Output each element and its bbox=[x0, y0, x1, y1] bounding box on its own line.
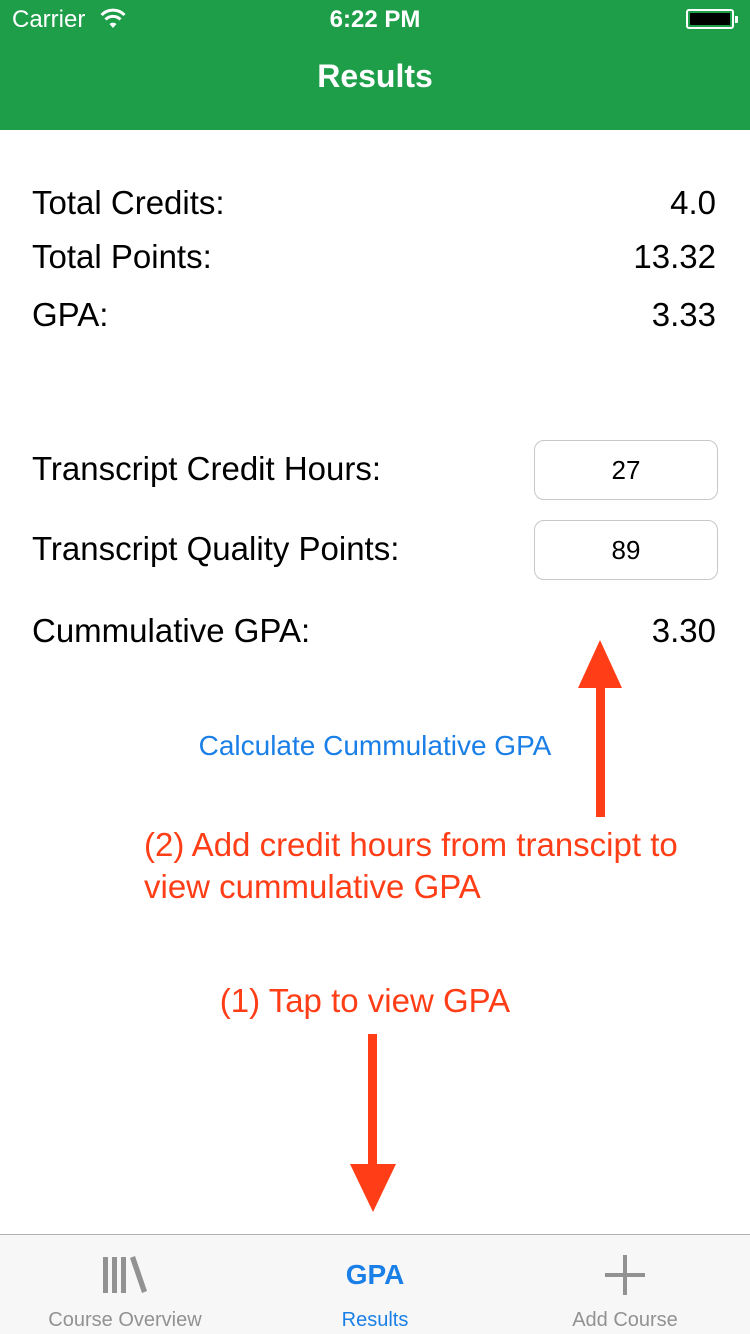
gpa-tab-icon: GPA bbox=[250, 1255, 500, 1295]
annotation-step-2-line-2: view cummulative GPA bbox=[144, 868, 481, 905]
transcript-credit-hours-label: Transcript Credit Hours: bbox=[32, 450, 382, 487]
total-points-value: 13.32 bbox=[633, 238, 716, 275]
gpa-label: GPA: bbox=[32, 296, 109, 333]
annotation-step-1: (1) Tap to view GPA bbox=[219, 982, 511, 1019]
annotation-step-2-line-1: (2) Add credit hours from transcipt to bbox=[144, 826, 678, 863]
books-icon bbox=[0, 1255, 250, 1295]
transcript-quality-points-field[interactable]: 89 bbox=[534, 520, 718, 580]
tab-add-course[interactable]: Add Course bbox=[500, 1235, 750, 1334]
transcript-credit-hours-field[interactable]: 27 bbox=[534, 440, 718, 500]
page-title: Results bbox=[317, 58, 433, 94]
arrow-down-icon bbox=[350, 1034, 396, 1212]
cumulative-gpa-label: Cummulative GPA: bbox=[32, 612, 311, 649]
battery-icon bbox=[686, 9, 738, 29]
arrow-up-icon bbox=[578, 640, 622, 817]
tab-course-overview[interactable]: Course Overview bbox=[0, 1235, 250, 1334]
navigation-bar: Carrier 6:22 PM Results bbox=[0, 0, 750, 130]
plus-icon bbox=[500, 1255, 750, 1295]
tab-add-course-label: Add Course bbox=[572, 1309, 678, 1331]
tab-results-label: Results bbox=[341, 1309, 409, 1331]
cumulative-gpa-value: 3.30 bbox=[651, 612, 716, 649]
tab-bar: Course Overview GPA Results Add Course bbox=[0, 1234, 750, 1334]
gpa-tab-icon-text: GPA bbox=[345, 1259, 405, 1290]
annotation-step-2: (2) Add credit hours from transcipt to v… bbox=[144, 824, 678, 908]
tab-course-overview-label: Course Overview bbox=[48, 1309, 202, 1331]
total-credits-value: 4.0 bbox=[670, 184, 716, 221]
total-credits-label: Total Credits: bbox=[32, 184, 225, 221]
status-time: 6:22 PM bbox=[329, 6, 421, 33]
calculate-cumulative-gpa-button[interactable]: Calculate Cummulative GPA bbox=[0, 730, 750, 762]
transcript-quality-points-label: Transcript Quality Points: bbox=[32, 530, 400, 567]
total-points-label: Total Points: bbox=[32, 238, 212, 275]
gpa-value: 3.33 bbox=[651, 296, 716, 333]
tab-results[interactable]: GPA Results bbox=[250, 1235, 500, 1334]
status-bar: Carrier 6:22 PM bbox=[0, 0, 750, 40]
